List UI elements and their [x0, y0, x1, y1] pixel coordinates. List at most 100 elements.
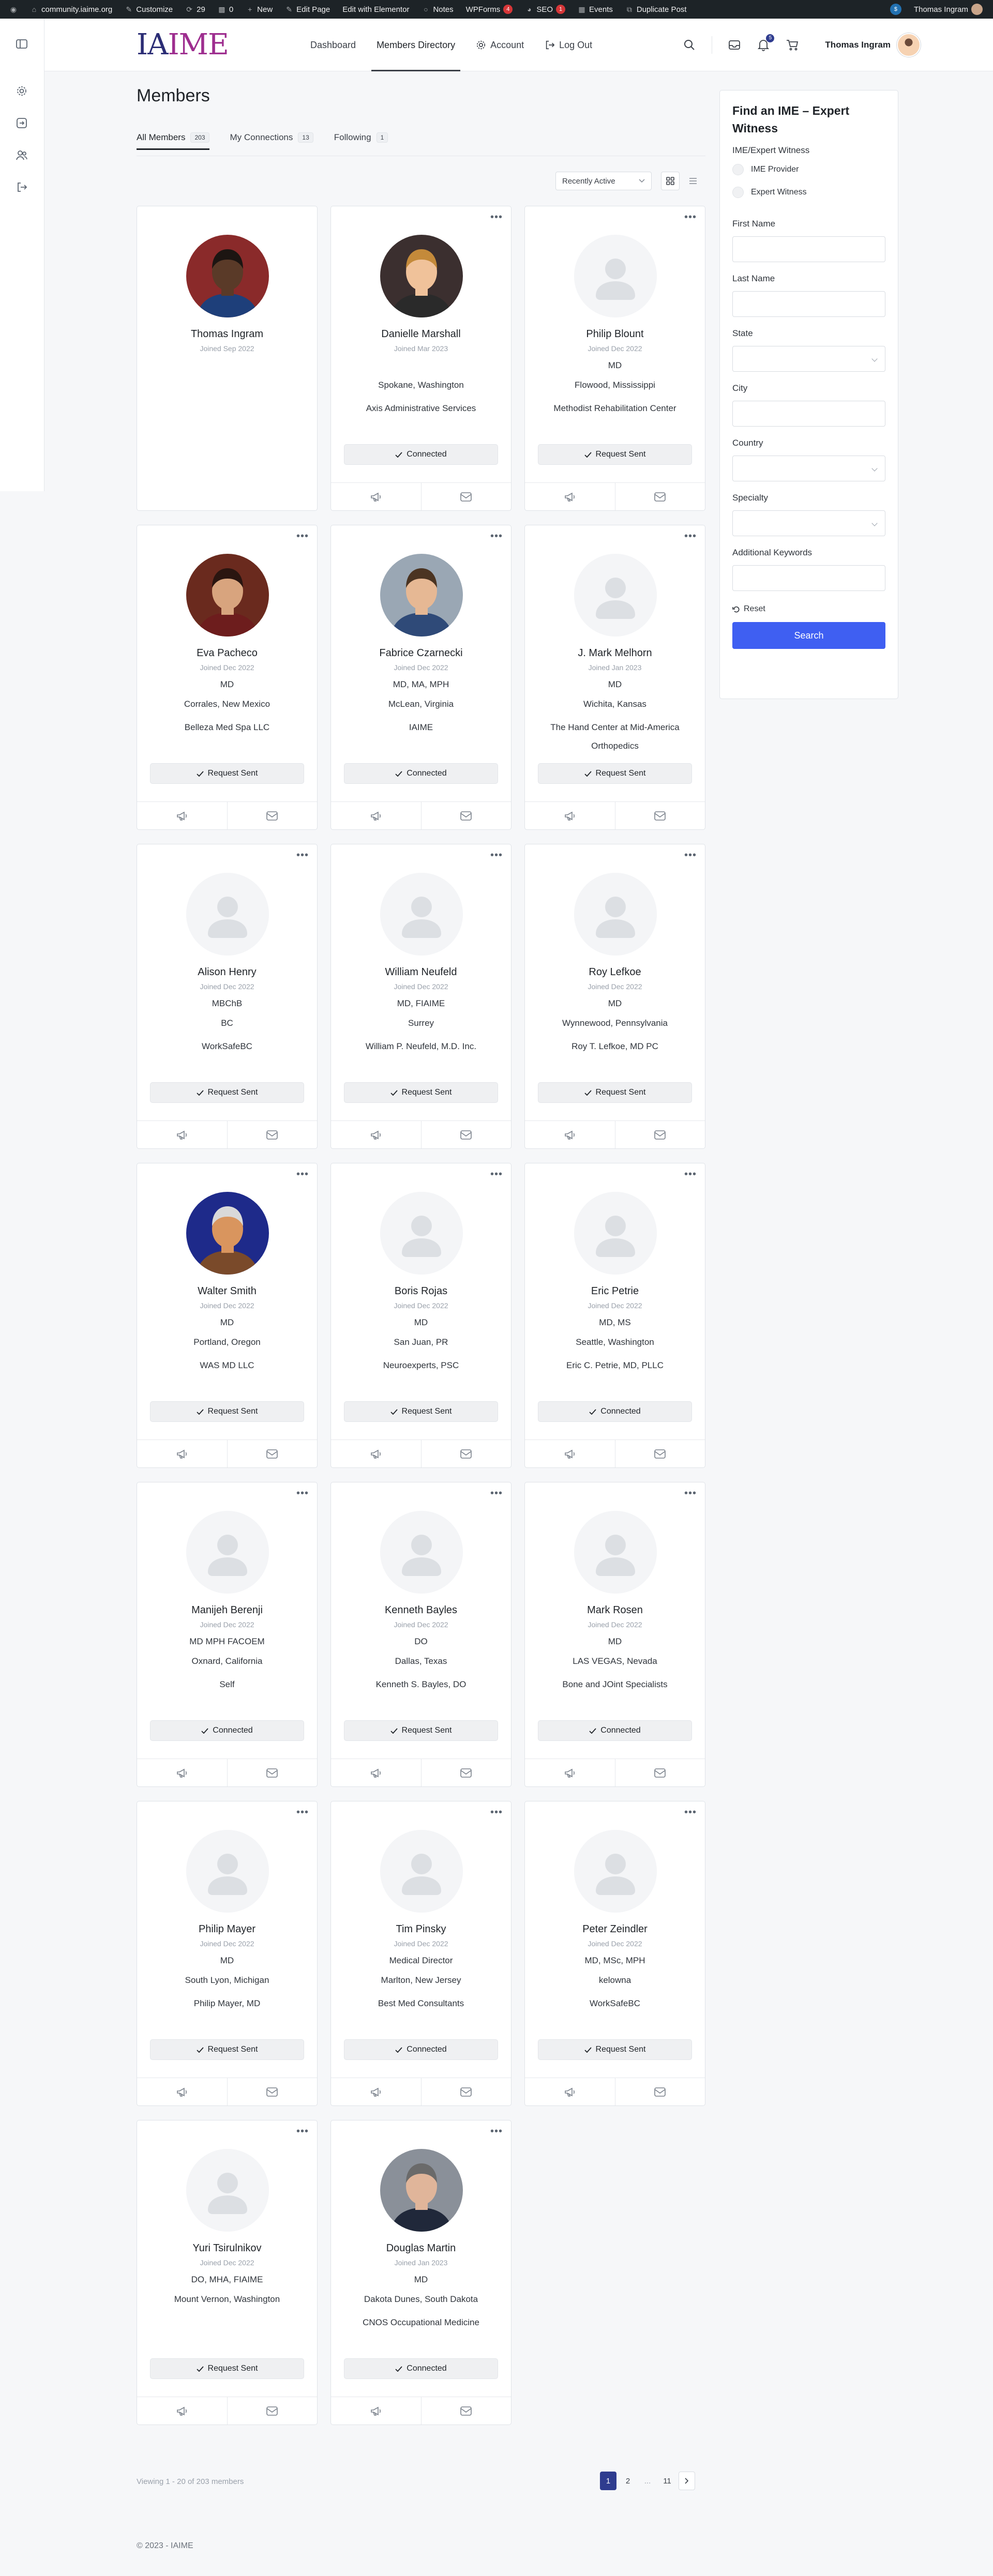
search-button[interactable]: Search	[732, 622, 885, 649]
events-item[interactable]: ▦ Events	[571, 0, 619, 19]
connection-button[interactable]: Connected	[538, 1401, 692, 1422]
nav-dashboard[interactable]: Dashboard	[300, 19, 366, 71]
state-select[interactable]	[732, 346, 885, 372]
message-button[interactable]	[227, 802, 318, 829]
more-options-icon[interactable]: •••	[490, 1169, 503, 1180]
edit-elementor-item[interactable]: Edit with Elementor	[336, 0, 415, 19]
member-card[interactable]: ••• Walter Smith Joined Dec 2022 MD Port…	[137, 1163, 318, 1468]
connection-button[interactable]: Request Sent	[538, 1082, 692, 1103]
page-1-button[interactable]: 1	[600, 2472, 616, 2490]
reset-button[interactable]: Reset	[732, 604, 885, 614]
member-avatar[interactable]	[574, 1192, 657, 1275]
message-button[interactable]	[227, 1759, 318, 1786]
updates-item[interactable]: ⟳ 29	[179, 0, 212, 19]
ime-provider-radio[interactable]	[732, 164, 744, 175]
connection-button[interactable]: Request Sent	[150, 763, 304, 784]
logout-icon[interactable]	[14, 179, 29, 195]
member-card[interactable]: ••• Philip Blount Joined Dec 2022 MD Flo…	[524, 206, 705, 511]
member-name[interactable]: Kenneth Bayles	[331, 1604, 511, 1616]
member-avatar[interactable]	[186, 1192, 269, 1275]
more-options-icon[interactable]: •••	[490, 531, 503, 542]
more-options-icon[interactable]: •••	[684, 1169, 697, 1180]
ime-provider-option[interactable]: IME Provider	[732, 164, 885, 175]
member-name[interactable]: Eric Petrie	[525, 1285, 705, 1297]
member-name[interactable]: Douglas Martin	[331, 2242, 511, 2254]
tab-my-connections[interactable]: My Connections 13	[230, 132, 313, 150]
my-account-item[interactable]: Thomas Ingram	[908, 0, 989, 19]
settings-gear-icon[interactable]	[14, 83, 29, 99]
wp-logo-item[interactable]: ◉	[3, 0, 24, 19]
member-name[interactable]: Walter Smith	[137, 1285, 317, 1297]
follow-button[interactable]	[525, 483, 615, 510]
first-name-field[interactable]	[732, 236, 885, 262]
follow-button[interactable]	[525, 1759, 615, 1786]
toggle-panel-icon[interactable]	[14, 36, 29, 52]
member-avatar[interactable]	[186, 1830, 269, 1913]
follow-button[interactable]	[137, 1759, 227, 1786]
comments-item[interactable]: ▩ 0	[212, 0, 239, 19]
follow-button[interactable]	[525, 1121, 615, 1148]
more-options-icon[interactable]: •••	[684, 850, 697, 861]
more-options-icon[interactable]: •••	[490, 2126, 503, 2138]
member-card[interactable]: ••• William Neufeld Joined Dec 2022 MD, …	[330, 844, 511, 1149]
tab-following[interactable]: Following 1	[334, 132, 388, 150]
expert-witness-radio[interactable]	[732, 187, 744, 198]
member-avatar[interactable]	[574, 235, 657, 317]
keywords-field[interactable]	[732, 565, 885, 591]
member-card[interactable]: ••• Boris Rojas Joined Dec 2022 MD San J…	[330, 1163, 511, 1468]
new-item[interactable]: + New	[239, 0, 279, 19]
member-name[interactable]: Yuri Tsirulnikov	[137, 2242, 317, 2254]
more-options-icon[interactable]: •••	[684, 211, 697, 223]
message-button[interactable]	[227, 1121, 318, 1148]
member-name[interactable]: Thomas Ingram	[137, 328, 317, 340]
follow-button[interactable]	[525, 1440, 615, 1467]
follow-button[interactable]	[525, 802, 615, 829]
message-button[interactable]	[614, 1759, 705, 1786]
message-button[interactable]	[227, 1440, 318, 1467]
member-card[interactable]: ••• Mark Rosen Joined Dec 2022 MD LAS VE…	[524, 1482, 705, 1787]
member-card[interactable]: ••• Douglas Martin Joined Jan 2023 MD Da…	[330, 2120, 511, 2425]
member-avatar[interactable]	[186, 2149, 269, 2232]
follow-button[interactable]	[331, 1759, 421, 1786]
updraft-item[interactable]: $	[884, 0, 908, 19]
message-button[interactable]	[420, 1121, 511, 1148]
message-button[interactable]	[420, 2397, 511, 2425]
member-avatar[interactable]	[380, 1192, 463, 1275]
message-button[interactable]	[614, 802, 705, 829]
member-avatar[interactable]	[380, 235, 463, 317]
site-name-item[interactable]: ⌂ community.iaime.org	[24, 0, 118, 19]
specialty-select[interactable]	[732, 510, 885, 536]
follow-button[interactable]	[137, 802, 227, 829]
notes-item[interactable]: ○ Notes	[415, 0, 459, 19]
message-button[interactable]	[614, 483, 705, 510]
list-view-button[interactable]	[684, 172, 702, 190]
more-options-icon[interactable]: •••	[490, 1807, 503, 1819]
bell-icon[interactable]: 5	[757, 34, 775, 52]
member-name[interactable]: Danielle Marshall	[331, 328, 511, 340]
follow-button[interactable]	[331, 1440, 421, 1467]
connection-button[interactable]: Connected	[344, 763, 498, 784]
connection-button[interactable]: Connected	[344, 2039, 498, 2060]
search-icon[interactable]	[683, 38, 696, 52]
member-avatar[interactable]	[574, 873, 657, 956]
user-menu[interactable]: Thomas Ingram	[825, 33, 921, 57]
page-11-button[interactable]: 11	[659, 2472, 675, 2490]
follow-button[interactable]	[331, 2078, 421, 2105]
connection-button[interactable]: Request Sent	[344, 1401, 498, 1422]
message-button[interactable]	[614, 2078, 705, 2105]
member-card[interactable]: ••• Tim Pinsky Joined Dec 2022 Medical D…	[330, 1801, 511, 2106]
member-card[interactable]: ••• Eva Pacheco Joined Dec 2022 MD Corra…	[137, 525, 318, 830]
more-options-icon[interactable]: •••	[684, 1807, 697, 1819]
member-avatar[interactable]	[186, 235, 269, 317]
login-box-icon[interactable]	[14, 115, 29, 131]
member-card[interactable]: ••• Alison Henry Joined Dec 2022 MBChB B…	[137, 844, 318, 1149]
more-options-icon[interactable]: •••	[684, 1488, 697, 1499]
connection-button[interactable]: Connected	[538, 1720, 692, 1741]
seo-item[interactable]: ◕ SEO 1	[519, 0, 571, 19]
member-avatar[interactable]	[380, 554, 463, 637]
member-name[interactable]: Mark Rosen	[525, 1604, 705, 1616]
connection-button[interactable]: Request Sent	[150, 2358, 304, 2379]
member-name[interactable]: Alison Henry	[137, 966, 317, 978]
grid-view-button[interactable]	[661, 172, 680, 190]
wpforms-item[interactable]: WPForms 4	[460, 0, 519, 19]
